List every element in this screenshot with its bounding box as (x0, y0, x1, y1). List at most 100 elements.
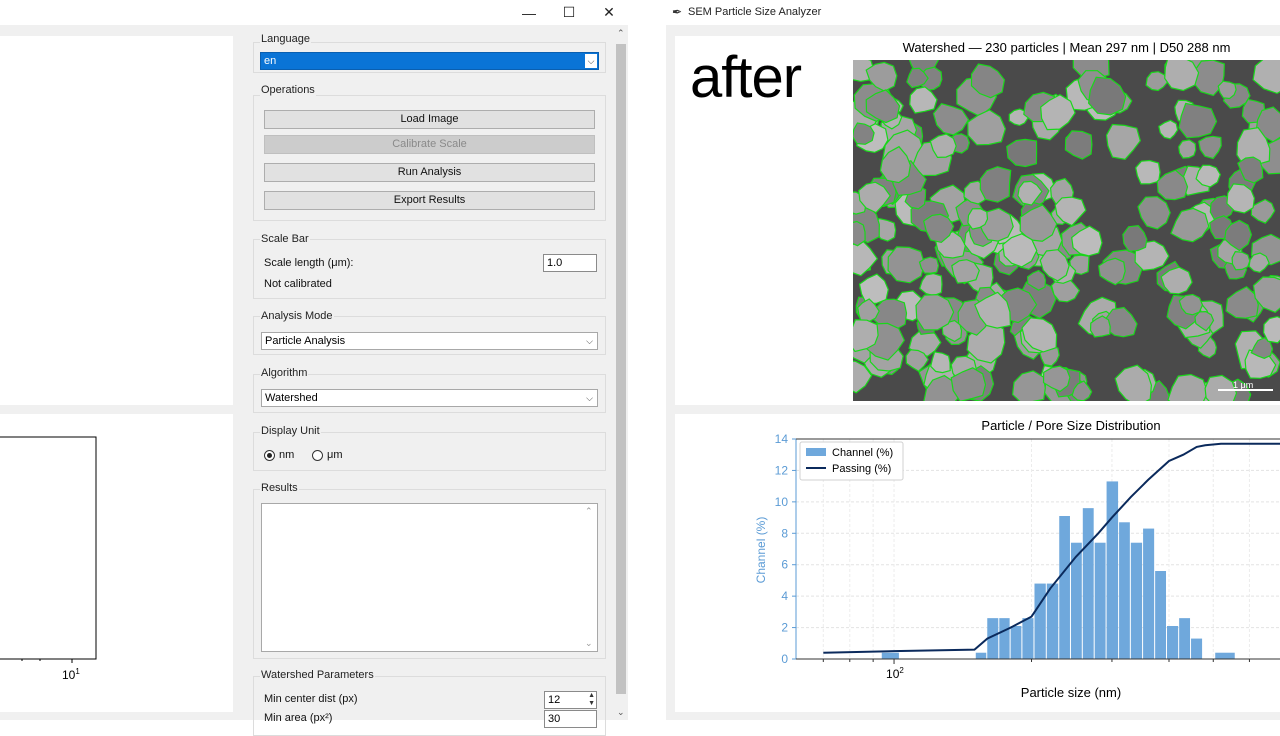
min-area-spinbox[interactable]: 30 (544, 710, 597, 728)
histogram-bar (1191, 639, 1202, 659)
scroll-up-icon: ⌃ (585, 506, 593, 517)
display-unit-group (253, 432, 606, 471)
min-center-dist-value: 12 (548, 694, 560, 706)
language-value: en (264, 55, 276, 67)
chevron-down-icon: ⌵ (585, 54, 597, 68)
unit-um-label: μm (327, 449, 343, 461)
chevron-down-icon: ⌵ (586, 390, 593, 406)
algorithm-select[interactable]: Watershed ⌵ (261, 389, 598, 407)
histogram-bar (1131, 543, 1142, 659)
scrollbar-thumb[interactable] (616, 44, 626, 694)
min-center-dist-spinbox[interactable]: 12 ▲▼ (544, 691, 597, 709)
language-select[interactable]: en ⌵ (260, 52, 599, 70)
operations-label: Operations (260, 84, 316, 96)
analysis-mode-label: Analysis Mode (260, 310, 334, 322)
histogram-bar (882, 653, 899, 659)
load-image-button[interactable]: Load Image (264, 110, 595, 129)
y-tick-label: 10 (775, 495, 789, 509)
particle-outline (931, 352, 951, 373)
before-distribution-panel: 101 (0, 414, 233, 712)
sem-segmentation-image: 1 μm (853, 60, 1280, 401)
histogram-bar (1047, 584, 1058, 659)
feather-icon: ✒ (672, 5, 682, 19)
histogram-bar (1034, 584, 1045, 659)
min-area-value: 30 (548, 713, 560, 725)
analyzer-control-window: — ☐ ✕ 101 Language en ⌵ Operations Load … (0, 0, 628, 720)
calibration-status: Not calibrated (264, 278, 332, 290)
histogram-bar (1083, 508, 1094, 659)
particle-outline (888, 247, 924, 283)
watershed-label: Watershed Parameters (260, 669, 375, 681)
min-area-label: Min area (px²) (264, 712, 332, 724)
title-bar: ✒ SEM Particle Size Analyzer (666, 0, 1280, 25)
results-textarea[interactable]: ⌃ ⌄ (261, 503, 598, 652)
histogram-bar (1215, 653, 1235, 659)
chevron-down-icon: ⌵ (586, 333, 593, 349)
scroll-down-icon: ⌄ (585, 638, 593, 649)
y-tick-label: 0 (781, 652, 788, 666)
scroll-down-icon: ⌄ (617, 707, 625, 718)
calibrate-scale-button[interactable]: Calibrate Scale (264, 135, 595, 154)
panel-scrollbar[interactable]: ⌃ ⌄ (614, 28, 628, 720)
histogram-bar (1143, 529, 1154, 659)
unit-um-radio[interactable] (312, 450, 323, 461)
legend-bar-swatch (806, 448, 826, 456)
close-icon: ✕ (603, 4, 615, 21)
minimize-button[interactable]: — (509, 0, 549, 25)
histogram-bar (1095, 543, 1106, 659)
y-tick-label: 14 (775, 432, 789, 446)
min-center-dist-label: Min center dist (px) (264, 693, 358, 705)
analysis-mode-value: Particle Analysis (265, 335, 345, 347)
histogram-bar (976, 653, 986, 659)
scalebar-label: 1 μm (1233, 380, 1253, 390)
spin-arrows-icon: ▲▼ (588, 692, 595, 708)
unit-nm-radio[interactable] (264, 450, 275, 461)
chart-xlabel: Particle size (nm) (1021, 685, 1121, 700)
scroll-up-icon: ⌃ (617, 28, 625, 39)
sem-image-svg (853, 60, 1280, 401)
before-image-panel (0, 36, 233, 405)
y-tick-label: 8 (781, 526, 788, 540)
before-plot-svg: 101 (0, 414, 233, 712)
particle-outline (916, 295, 954, 330)
analysis-mode-select[interactable]: Particle Analysis ⌵ (261, 332, 598, 350)
algorithm-value: Watershed (265, 392, 318, 404)
segmentation-title: Watershed — 230 particles | Mean 297 nm … (853, 40, 1280, 55)
results-scrollbar[interactable]: ⌃ ⌄ (581, 504, 597, 651)
chart-ylabel: Channel (%) (754, 517, 768, 584)
y-tick-label: 4 (781, 589, 788, 603)
close-button[interactable]: ✕ (589, 0, 629, 25)
after-label: after (690, 44, 801, 111)
scale-length-label: Scale length (μm): (264, 257, 353, 269)
histogram-bar (1107, 481, 1119, 659)
y-tick-label: 6 (781, 558, 788, 572)
histogram-bar (1155, 571, 1166, 659)
particle-outline (1179, 140, 1196, 158)
histogram-bar (1119, 522, 1130, 659)
size-distribution-chart: Particle / Pore Size Distribution Partic… (675, 414, 1280, 712)
language-label: Language (260, 33, 311, 45)
histogram-bar (1022, 618, 1033, 659)
display-unit-label: Display Unit (260, 425, 321, 437)
algorithm-label: Algorithm (260, 367, 308, 379)
histogram-bar (1179, 618, 1190, 659)
title-bar: — ☐ ✕ (0, 0, 628, 25)
window-title: SEM Particle Size Analyzer (688, 6, 821, 18)
results-label: Results (260, 482, 299, 494)
x-tick-label: 102 (886, 666, 904, 681)
particle-outline (853, 222, 865, 246)
y-tick-label: 12 (775, 463, 789, 477)
particle-outline (1165, 60, 1199, 91)
particle-outline (1232, 252, 1250, 270)
before-plot-tick: 101 (62, 667, 80, 682)
legend-entry: Channel (%) (832, 447, 893, 459)
histogram-bar (1167, 626, 1178, 659)
maximize-button[interactable]: ☐ (549, 0, 589, 25)
run-analysis-button[interactable]: Run Analysis (264, 163, 595, 182)
export-results-button[interactable]: Export Results (264, 191, 595, 210)
unit-nm-label: nm (279, 449, 294, 461)
scale-length-input[interactable]: 1.0 (543, 254, 597, 272)
histogram-bar (1011, 626, 1022, 659)
scale-bar-label: Scale Bar (260, 233, 310, 245)
histogram-bar (999, 618, 1009, 659)
